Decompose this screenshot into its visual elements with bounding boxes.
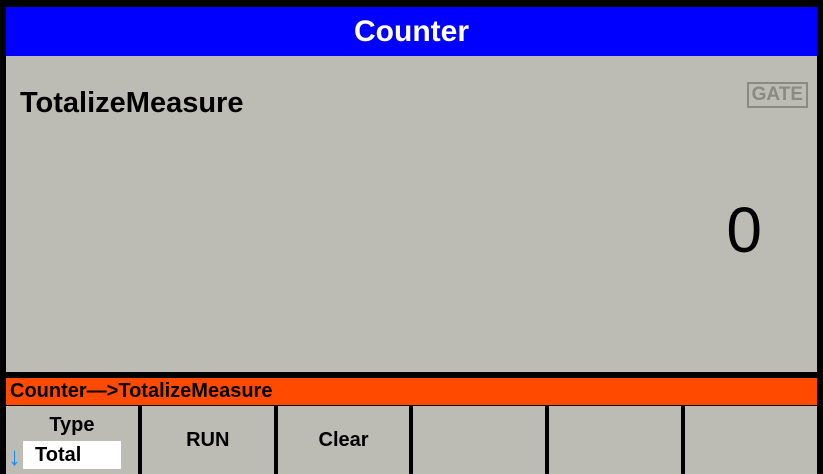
count-value: 0: [726, 194, 762, 266]
softkey-5[interactable]: [549, 406, 682, 474]
measurement-panel: TotalizeMeasure GATE 0: [6, 56, 817, 372]
softkey-bar: Type ↓ Total RUN Clear: [6, 406, 817, 474]
softkey-6[interactable]: [685, 406, 817, 474]
counter-screen: Counter TotalizeMeasure GATE 0 Counter—>…: [0, 0, 823, 474]
down-arrow-icon: ↓: [8, 441, 21, 471]
measure-mode-label: TotalizeMeasure: [20, 87, 244, 119]
clear-softkey-label: Clear: [318, 428, 369, 451]
page-title: Counter: [6, 7, 817, 56]
menu-path: Counter—>TotalizeMeasure: [6, 378, 817, 405]
clear-softkey[interactable]: Clear: [277, 406, 410, 474]
type-softkey-label: Type: [49, 414, 95, 436]
type-softkey[interactable]: Type ↓ Total: [6, 406, 138, 474]
run-softkey[interactable]: RUN: [141, 406, 274, 474]
gate-indicator: GATE: [746, 82, 808, 108]
run-softkey-label: RUN: [186, 428, 230, 451]
type-softkey-value: Total: [23, 441, 121, 469]
softkey-4[interactable]: [413, 406, 546, 474]
